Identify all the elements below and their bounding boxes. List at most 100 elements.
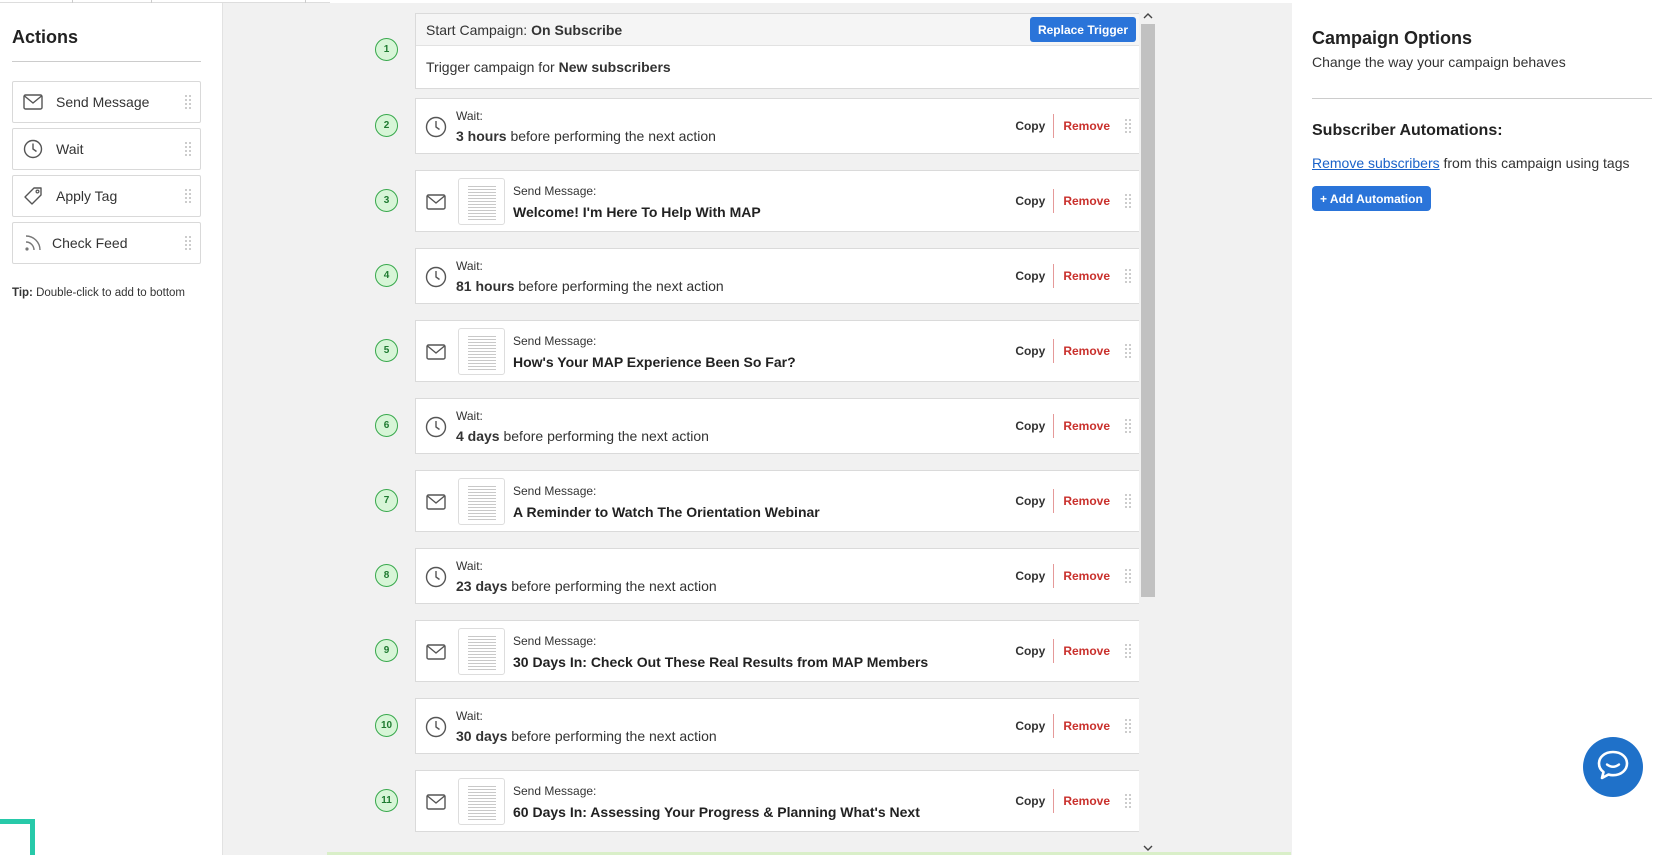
message-thumbnail[interactable] xyxy=(458,628,505,675)
remove-button[interactable]: Remove xyxy=(1054,419,1120,433)
step-controls: Copy Remove xyxy=(1007,399,1140,453)
message-step-card[interactable]: Send Message: How's Your MAP Experience B… xyxy=(415,320,1141,382)
step-controls: Copy Remove xyxy=(1007,99,1140,153)
envelope-icon xyxy=(425,191,447,213)
replace-trigger-button[interactable]: Replace Trigger xyxy=(1029,17,1136,42)
remove-button[interactable]: Remove xyxy=(1054,644,1120,658)
message-step-card[interactable]: Send Message: 30 Days In: Check Out These… xyxy=(415,620,1141,682)
message-thumbnail[interactable] xyxy=(458,778,505,825)
step-controls: Copy Remove xyxy=(1007,321,1140,381)
action-apply-tag[interactable]: Apply Tag xyxy=(12,175,201,217)
copy-button[interactable]: Copy xyxy=(1007,194,1053,208)
trigger-head-prefix: Start Campaign: xyxy=(426,21,528,38)
scrollbar-thumb[interactable] xyxy=(1141,24,1155,597)
wait-step-card[interactable]: Wait: 23 days before performing the next … xyxy=(415,548,1141,604)
drag-handle-icon[interactable] xyxy=(1124,418,1132,434)
drag-handle-icon[interactable] xyxy=(1124,793,1132,809)
step-controls: Copy Remove xyxy=(1007,549,1140,603)
clock-icon xyxy=(425,416,447,438)
wait-description: 23 days before performing the next actio… xyxy=(456,578,717,594)
scroll-up-arrow-icon[interactable] xyxy=(1139,8,1157,22)
step-controls: Copy Remove xyxy=(1007,621,1140,681)
clock-icon xyxy=(425,266,447,288)
copy-button[interactable]: Copy xyxy=(1007,494,1053,508)
copy-button[interactable]: Copy xyxy=(1007,719,1053,733)
message-step-card[interactable]: Send Message: Welcome! I'm Here To Help W… xyxy=(415,170,1141,232)
clock-icon xyxy=(425,566,447,588)
drag-handle-icon[interactable] xyxy=(1124,193,1132,209)
actions-sidebar: Actions Send Message Wait Apply Tag Chec… xyxy=(0,3,222,855)
drag-handle-icon[interactable] xyxy=(1124,493,1132,509)
step-number: 4 xyxy=(375,264,398,287)
copy-button[interactable]: Copy xyxy=(1007,119,1053,133)
copy-button[interactable]: Copy xyxy=(1007,419,1053,433)
action-label: Apply Tag xyxy=(56,188,118,204)
trigger-body-prefix: Trigger campaign for xyxy=(426,59,555,75)
drag-handle-icon[interactable] xyxy=(184,94,192,110)
action-send-message[interactable]: Send Message xyxy=(12,81,201,123)
wait-step-card[interactable]: Wait: 81 hours before performing the next… xyxy=(415,248,1141,304)
wait-description: 4 days before performing the next action xyxy=(456,428,709,444)
message-step-card[interactable]: Send Message: 60 Days In: Assessing Your … xyxy=(415,770,1141,832)
remove-button[interactable]: Remove xyxy=(1054,119,1120,133)
drag-handle-icon[interactable] xyxy=(1124,568,1132,584)
step-controls: Copy Remove xyxy=(1007,471,1140,531)
copy-button[interactable]: Copy xyxy=(1007,344,1053,358)
action-label: Wait xyxy=(56,141,84,157)
message-title[interactable]: A Reminder to Watch The Orientation Webi… xyxy=(513,504,820,520)
action-wait[interactable]: Wait xyxy=(12,128,201,170)
tip-text: Tip: Double-click to add to bottom xyxy=(12,287,185,299)
wait-suffix: before performing the next action xyxy=(518,278,724,294)
remove-button[interactable]: Remove xyxy=(1054,269,1120,283)
step-number: 10 xyxy=(375,714,398,737)
wait-step-card[interactable]: Wait: 4 days before performing the next a… xyxy=(415,398,1141,454)
wait-amount: 30 days xyxy=(456,728,508,744)
message-title[interactable]: 60 Days In: Assessing Your Progress & Pl… xyxy=(513,804,920,820)
message-step-card[interactable]: Send Message: A Reminder to Watch The Ori… xyxy=(415,470,1141,532)
wait-step-card[interactable]: Wait: 3 hours before performing the next … xyxy=(415,98,1141,154)
drag-handle-icon[interactable] xyxy=(1124,643,1132,659)
remove-button[interactable]: Remove xyxy=(1054,494,1120,508)
message-thumbnail[interactable] xyxy=(458,178,505,225)
message-title[interactable]: 30 Days In: Check Out These Real Results… xyxy=(513,654,928,670)
action-check-feed[interactable]: Check Feed xyxy=(12,222,201,264)
add-automation-button[interactable]: + Add Automation xyxy=(1312,186,1431,211)
remove-button[interactable]: Remove xyxy=(1054,344,1120,358)
trigger-card[interactable]: Start Campaign: On Subscribe Replace Tri… xyxy=(415,13,1141,89)
drag-handle-icon[interactable] xyxy=(1124,118,1132,134)
options-subtitle: Change the way your campaign behaves xyxy=(1312,54,1566,70)
actions-title: Actions xyxy=(12,27,79,47)
drag-handle-icon[interactable] xyxy=(184,235,192,251)
drag-handle-icon[interactable] xyxy=(184,141,192,157)
remove-button[interactable]: Remove xyxy=(1054,194,1120,208)
copy-button[interactable]: Copy xyxy=(1007,794,1053,808)
canvas-scrollbar[interactable] xyxy=(1139,8,1157,855)
message-thumbnail[interactable] xyxy=(458,328,505,375)
message-thumbnail[interactable] xyxy=(458,478,505,525)
step-number: 11 xyxy=(375,789,398,812)
rss-feed-icon xyxy=(22,232,44,254)
drag-handle-icon[interactable] xyxy=(1124,343,1132,359)
trigger-body-value: New subscribers xyxy=(558,59,671,75)
copy-button[interactable]: Copy xyxy=(1007,644,1053,658)
message-title[interactable]: Welcome! I'm Here To Help With MAP xyxy=(513,204,761,220)
copy-button[interactable]: Copy xyxy=(1007,569,1053,583)
drag-handle-icon[interactable] xyxy=(184,188,192,204)
message-title[interactable]: How's Your MAP Experience Been So Far? xyxy=(513,354,796,370)
remove-button[interactable]: Remove xyxy=(1054,719,1120,733)
trigger-body: Trigger campaign for New subscribers xyxy=(416,46,1140,88)
remove-button[interactable]: Remove xyxy=(1054,569,1120,583)
drag-handle-icon[interactable] xyxy=(1124,268,1132,284)
chat-support-button[interactable] xyxy=(1583,737,1643,797)
tip-label: Tip: xyxy=(12,287,33,299)
action-label: Send Message xyxy=(56,94,150,110)
drag-handle-icon[interactable] xyxy=(1124,718,1132,734)
envelope-icon xyxy=(22,91,44,113)
step-label: Send Message: xyxy=(513,334,597,348)
wait-amount: 4 days xyxy=(456,428,500,444)
remove-subscribers-link[interactable]: Remove subscribers xyxy=(1312,155,1440,171)
automations-heading: Subscriber Automations: xyxy=(1312,122,1503,139)
wait-step-card[interactable]: Wait: 30 days before performing the next … xyxy=(415,698,1141,754)
remove-button[interactable]: Remove xyxy=(1054,794,1120,808)
copy-button[interactable]: Copy xyxy=(1007,269,1053,283)
